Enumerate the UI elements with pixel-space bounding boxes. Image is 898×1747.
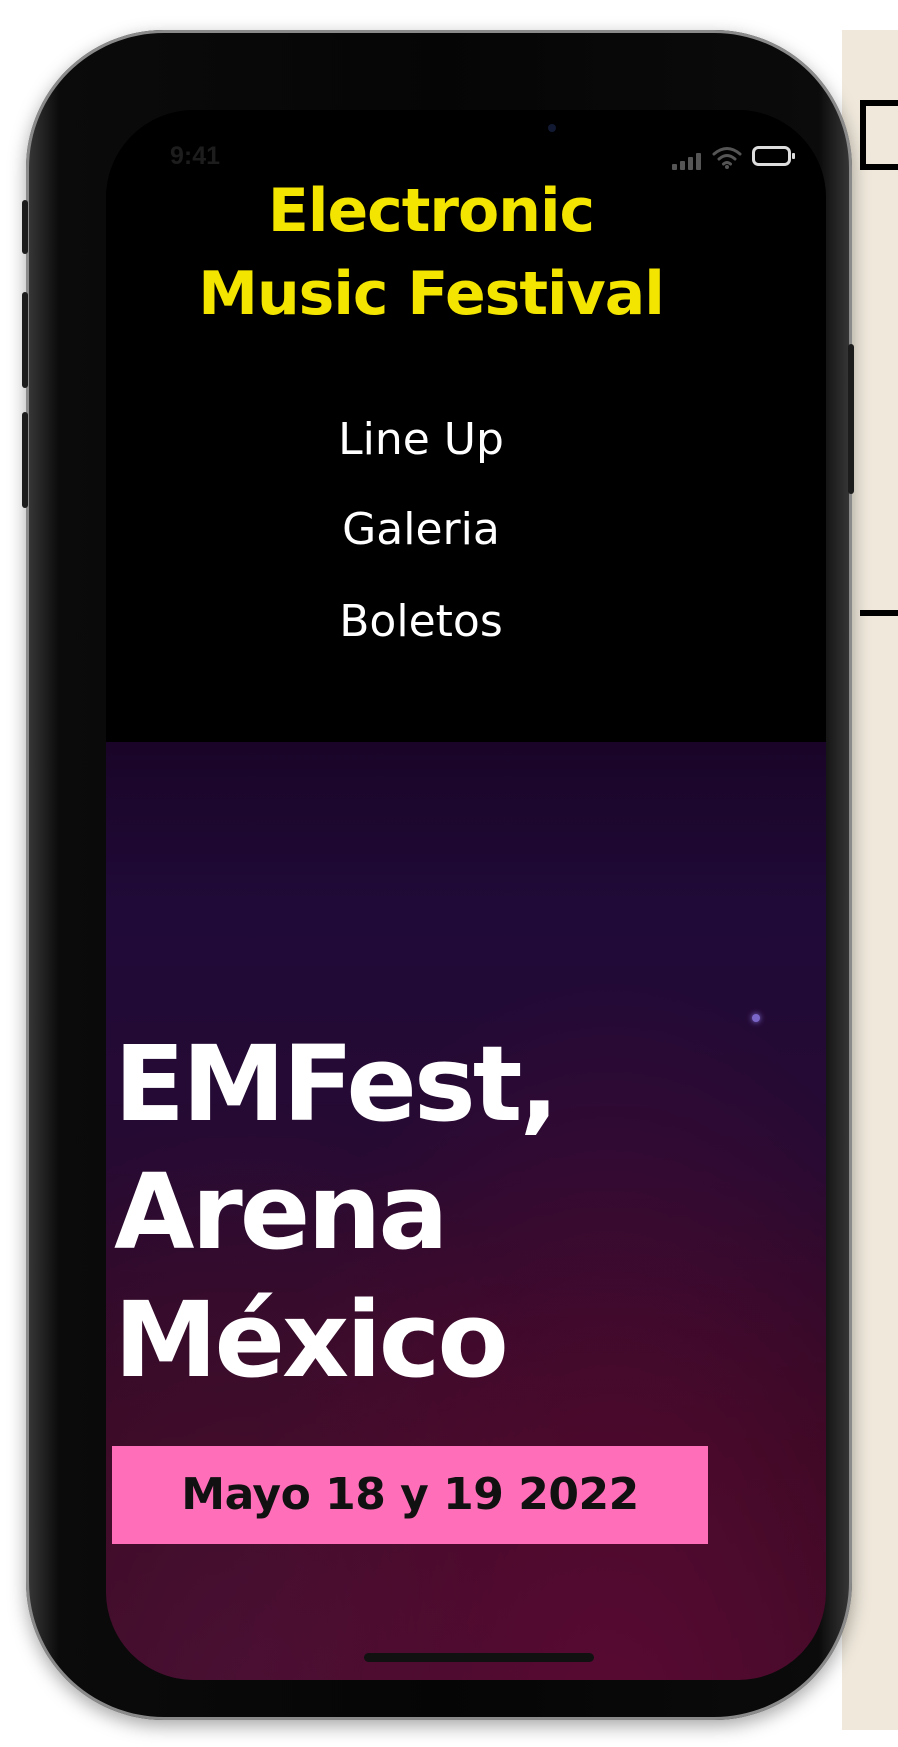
- date-badge: Mayo 18 y 19 2022: [112, 1446, 708, 1544]
- phone-screen-holder: Electronic Music Festival Line Up Galeri…: [26, 30, 852, 1720]
- battery-icon: [752, 146, 795, 166]
- hero-title-line: México: [114, 1279, 509, 1401]
- home-indicator[interactable]: [364, 1653, 594, 1662]
- nav-link-line-up[interactable]: Line Up: [106, 410, 736, 470]
- camera-dot: [548, 124, 556, 132]
- nav-link-boletos[interactable]: Boletos: [106, 592, 736, 652]
- hero-section: EMFest, Arena México Mayo 18 y 19 2022: [106, 742, 826, 1680]
- notch: [264, 110, 668, 166]
- site-title-line: Music Festival: [198, 259, 665, 329]
- wifi-icon: [712, 147, 742, 169]
- backdrop-mark: [860, 100, 898, 170]
- hero-title: EMFest, Arena México: [114, 1020, 559, 1404]
- star-decoration: [752, 1014, 760, 1022]
- site-header: Electronic Music Festival Line Up Galeri…: [106, 110, 826, 742]
- hero-title-line: Arena: [114, 1151, 449, 1273]
- status-time: 9:41: [170, 142, 221, 170]
- phone-screen: Electronic Music Festival Line Up Galeri…: [106, 110, 826, 1680]
- hero-title-line: EMFest,: [114, 1023, 559, 1145]
- backdrop-mark: [860, 610, 898, 616]
- status-bar: 9:41: [106, 110, 826, 196]
- signal-icon: [672, 153, 701, 170]
- nav-link-galeria[interactable]: Galeria: [106, 500, 736, 560]
